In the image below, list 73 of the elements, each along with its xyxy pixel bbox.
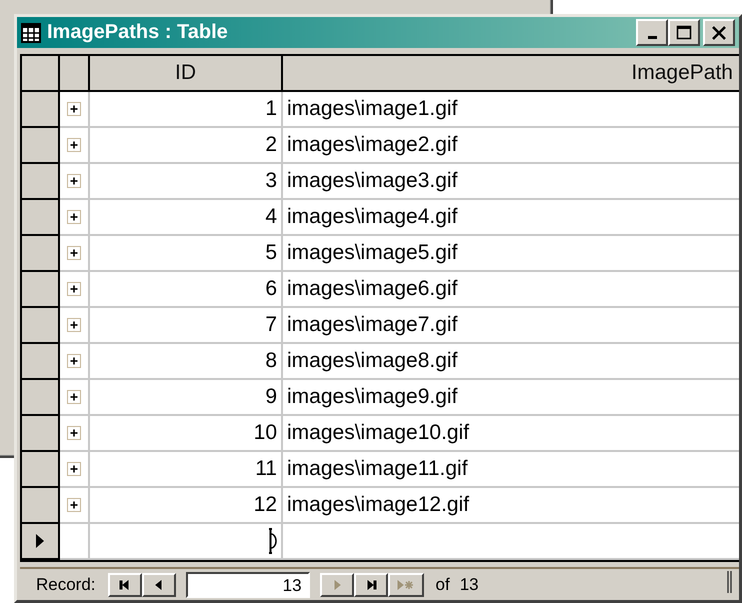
expand-icon[interactable] [67, 246, 81, 260]
table-cell: 7 [90, 308, 283, 344]
select-all-cell[interactable] [22, 56, 60, 92]
first-record-button[interactable] [108, 572, 142, 596]
first-record-icon [118, 580, 131, 590]
row-selector[interactable] [22, 236, 60, 272]
table-cell: images\image6.gif [283, 272, 739, 308]
scrollbar-grip-icon[interactable] [727, 571, 733, 593]
new-record-icon [396, 580, 416, 590]
table-cell: 10 [90, 416, 283, 452]
of-label: of [436, 574, 450, 594]
row-selector[interactable] [22, 200, 60, 236]
table-cell: 5 [90, 236, 283, 272]
table-cell: images\image5.gif [283, 236, 739, 272]
table-cell: 4 [90, 200, 283, 236]
expand-icon[interactable] [67, 462, 81, 476]
row-selector[interactable] [22, 488, 60, 524]
table-cell: 12 [90, 488, 283, 524]
row-selector[interactable] [22, 272, 60, 308]
minimize-button[interactable] [636, 19, 668, 46]
table-cell: 6 [90, 272, 283, 308]
table-cell: images\image11.gif [283, 452, 739, 488]
row-selector[interactable] [22, 452, 60, 488]
column-header[interactable]: ID [90, 56, 283, 92]
expand-icon[interactable] [67, 282, 81, 296]
last-record-button[interactable] [354, 572, 388, 596]
table-cell: images\image7.gif [283, 308, 739, 344]
table-cell: images\image8.gif [283, 344, 739, 380]
close-icon [711, 24, 727, 40]
row-selector[interactable] [22, 164, 60, 200]
expand-icon[interactable] [67, 174, 81, 188]
table-cell: 2 [90, 128, 283, 164]
window-title: ImagePaths : Table [47, 21, 228, 44]
close-button[interactable] [703, 19, 735, 46]
table-icon [21, 22, 41, 42]
expand-icon[interactable] [67, 210, 81, 224]
minimize-icon [648, 36, 656, 38]
table-cell: images\image10.gif [283, 416, 739, 452]
table-cell: 1 [90, 92, 283, 128]
record-label: Record: [36, 574, 96, 594]
maximize-icon [676, 24, 692, 40]
expand-icon[interactable] [67, 102, 81, 116]
text-cursor-icon [267, 528, 277, 554]
row-selector[interactable] [22, 128, 60, 164]
record-number-field[interactable]: 13 [186, 572, 310, 598]
row-selector[interactable] [22, 344, 60, 380]
current-record-icon [35, 533, 45, 549]
row-selector[interactable] [22, 524, 60, 560]
expand-icon[interactable] [67, 390, 81, 404]
table-cell: images\image2.gif [283, 128, 739, 164]
table-cell: images\image1.gif [283, 92, 739, 128]
table-cell: images\image9.gif [283, 380, 739, 416]
maximize-button[interactable] [668, 19, 700, 46]
table-cell: images\image4.gif [283, 200, 739, 236]
expand-icon[interactable] [67, 354, 81, 368]
row-selector[interactable] [22, 416, 60, 452]
expand-icon[interactable] [67, 318, 81, 332]
table-cell: 3 [90, 164, 283, 200]
expand-icon[interactable] [67, 426, 81, 440]
table-cell: images\image12.gif [283, 488, 739, 524]
row-selector[interactable] [22, 380, 60, 416]
last-record-icon [364, 580, 377, 590]
expand-icon[interactable] [67, 138, 81, 152]
table-cell: 8 [90, 344, 283, 380]
expand-icon[interactable] [67, 498, 81, 512]
previous-record-button[interactable] [142, 572, 176, 596]
table-cell: 9 [90, 380, 283, 416]
table-cell: 11 [90, 452, 283, 488]
row-selector[interactable] [22, 92, 60, 128]
table-cell: images\image3.gif [283, 164, 739, 200]
column-header[interactable]: ImagePath [283, 56, 739, 92]
record-count: 13 [460, 574, 479, 594]
row-selector[interactable] [22, 308, 60, 344]
